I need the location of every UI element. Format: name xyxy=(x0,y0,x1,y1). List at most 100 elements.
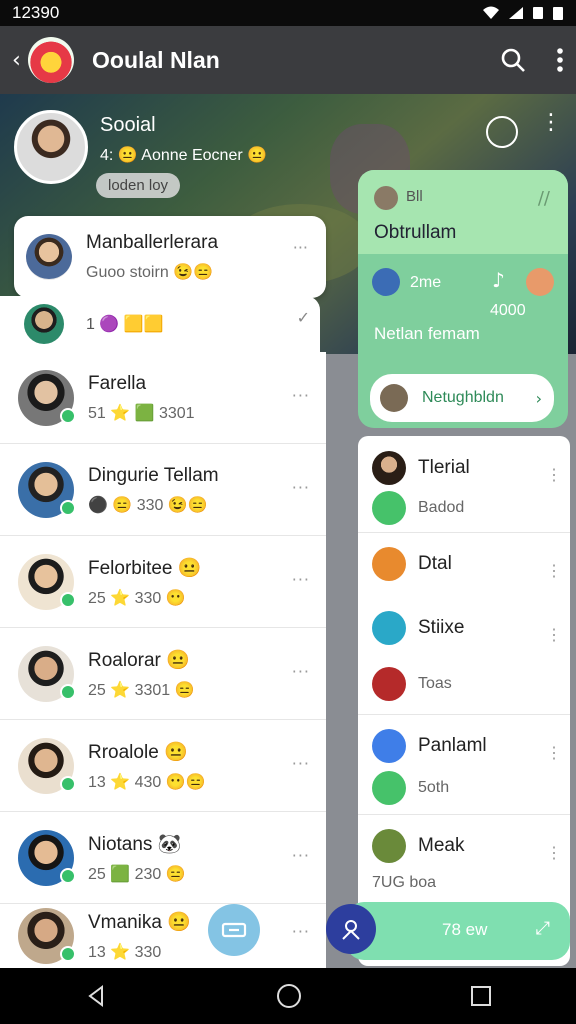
status-bar: 12390 xyxy=(0,0,576,26)
contact-row[interactable]: Rroalole 😐 13 ⭐ 430 😶😑 ··· xyxy=(0,720,326,812)
more-icon[interactable]: ··· xyxy=(292,662,310,681)
compose-icon xyxy=(221,922,247,938)
chat-icon xyxy=(372,491,406,525)
promo-row-label: 2me xyxy=(410,274,442,291)
panel-item-label: Meak xyxy=(418,835,465,856)
avatar xyxy=(26,234,72,280)
profile-name: Sooial xyxy=(100,114,156,136)
avatar xyxy=(18,737,76,794)
contact-row[interactable]: Felorbitee 😐 25 ⭐ 330 😶 ··· xyxy=(0,536,326,628)
more-icon[interactable]: ⋮ xyxy=(546,846,562,862)
contact-subtitle: 13 ⭐ 330 xyxy=(88,944,162,961)
panel-item-label: Stiixe xyxy=(418,617,465,638)
panel-item[interactable]: Dtal ⋮ xyxy=(358,546,570,582)
person-icon xyxy=(342,920,360,940)
contact-subtitle: 25 ⭐ 330 😶 xyxy=(88,589,186,607)
contact-name: Farella xyxy=(88,372,147,394)
contact-name: Dingurie Tellam xyxy=(88,464,219,486)
avatar xyxy=(18,829,76,886)
recents-icon[interactable] xyxy=(470,985,492,1007)
sim-icon xyxy=(533,7,543,19)
avatar xyxy=(526,268,554,296)
panel-item-label: Panlaml xyxy=(418,735,487,756)
edit-icon[interactable] xyxy=(486,116,518,148)
panel-item-sub: Toas xyxy=(418,675,452,692)
search-icon[interactable] xyxy=(500,47,526,73)
avatar xyxy=(18,461,76,518)
more-icon[interactable]: ··· xyxy=(293,238,308,257)
emoji-icon xyxy=(372,547,406,581)
contact-row[interactable]: Farella 51 ⭐ 🟩 3301 ··· xyxy=(0,352,326,444)
system-nav-bar xyxy=(0,968,576,1024)
link-icon[interactable]: ⤢ xyxy=(536,918,550,939)
more-icon[interactable]: ··· xyxy=(292,386,310,405)
checkmark-icon: ✓ xyxy=(296,308,310,327)
profile-avatar[interactable] xyxy=(14,110,88,184)
more-icon[interactable]: ⋮ xyxy=(546,628,562,644)
contact-row[interactable]: Vmanika 😐 13 ⭐ 330 ··· xyxy=(0,904,326,968)
profile-round-button[interactable] xyxy=(326,904,376,954)
share-icon[interactable] xyxy=(372,268,400,296)
overflow-menu-icon[interactable] xyxy=(556,47,564,73)
contact-row[interactable]: Niotans 🐼 25 🟩 230 😑 ··· xyxy=(0,812,326,904)
panel-item[interactable]: 5oth xyxy=(358,770,570,806)
contact-name: Niotans 🐼 xyxy=(88,833,182,855)
profile-tag-chip[interactable]: loden loy xyxy=(96,173,181,198)
promo-header-small: Bll xyxy=(406,188,423,205)
avatar xyxy=(372,451,406,485)
more-icon[interactable]: ⋮ xyxy=(546,468,562,484)
back-icon[interactable] xyxy=(84,984,108,1008)
avatar xyxy=(372,829,406,863)
panel-item[interactable]: Toas xyxy=(358,666,570,702)
contact-name: Rroalole 😐 xyxy=(88,741,188,763)
promo-header-title: Obtrullam xyxy=(374,222,457,243)
panel-item[interactable]: Panlaml ⋮ xyxy=(358,728,570,764)
more-icon[interactable]: ··· xyxy=(292,846,310,865)
avatar xyxy=(380,384,408,412)
panel-item[interactable]: Stiixe ⋮ xyxy=(358,610,570,646)
contact-name: Manballerlerara xyxy=(86,232,219,253)
status-time: 12390 xyxy=(12,3,60,22)
compose-fab[interactable] xyxy=(208,904,260,956)
right-panel: Tlerial ⋮ Badod Dtal ⋮ Stiixe ⋮ Toas Pan… xyxy=(358,436,570,966)
edit-icon[interactable]: // xyxy=(538,188,550,209)
avatar xyxy=(24,304,64,344)
chevron-right-icon: › xyxy=(535,388,542,408)
wifi-icon xyxy=(483,6,499,19)
banner-more-icon[interactable]: ⋮ xyxy=(540,112,562,134)
panel-item-label: Dtal xyxy=(418,553,452,574)
more-icon[interactable]: ⋮ xyxy=(546,746,562,762)
pin-icon xyxy=(372,611,406,645)
more-icon[interactable]: ⋮ xyxy=(546,564,562,580)
panel-item[interactable]: Badod xyxy=(358,490,570,526)
avatar xyxy=(374,186,398,210)
bottom-green-bar[interactable]: 78 ew ⤢ xyxy=(346,902,570,960)
panel-item-label: Tlerial xyxy=(418,457,470,478)
panel-item-sub: Badod xyxy=(418,499,465,516)
panel-item[interactable]: 7UG boa xyxy=(358,868,570,898)
avatar xyxy=(18,908,76,964)
promo-panel: Bll // Obtrullam 2me ♪ 4000 Netlan femam… xyxy=(358,170,568,428)
chat-icon xyxy=(372,771,406,805)
contact-subtitle: ⚫ 😑 330 😉😑 xyxy=(88,496,208,514)
panel-item[interactable]: Tlerial ⋮ xyxy=(358,450,570,486)
panel-item[interactable]: Meak ⋮ xyxy=(358,828,570,864)
contact-name: Vmanika 😐 xyxy=(88,912,191,933)
promo-button-label: Netughbldn xyxy=(422,389,504,406)
featured-contact-card[interactable]: Manballerlerara Guoo stoirn 😉😑 ··· xyxy=(14,216,326,298)
contact-subtitle: 13 ⭐ 430 😶😑 xyxy=(88,773,206,791)
settings-icon xyxy=(372,729,406,763)
contact-row[interactable]: Roalorar 😐 25 ⭐ 3301 😑 ··· xyxy=(0,628,326,720)
avatar xyxy=(18,369,76,426)
more-icon[interactable]: ··· xyxy=(292,570,310,589)
promo-button[interactable]: Netughbldn › xyxy=(370,374,554,422)
more-icon[interactable]: ··· xyxy=(292,922,310,941)
panel-item-sub: 5oth xyxy=(418,779,450,796)
home-icon[interactable] xyxy=(276,983,302,1009)
promo-panel-header: Bll // Obtrullam xyxy=(358,170,568,254)
more-icon[interactable]: ··· xyxy=(292,754,310,773)
contact-row[interactable]: Dingurie Tellam ⚫ 😑 330 😉😑 ··· xyxy=(0,444,326,536)
back-chevron-icon[interactable]: ‹ xyxy=(12,48,28,73)
contact-row-partial[interactable]: 1 🟣 🟨🟨 ✓ xyxy=(0,296,320,352)
more-icon[interactable]: ··· xyxy=(292,478,310,497)
